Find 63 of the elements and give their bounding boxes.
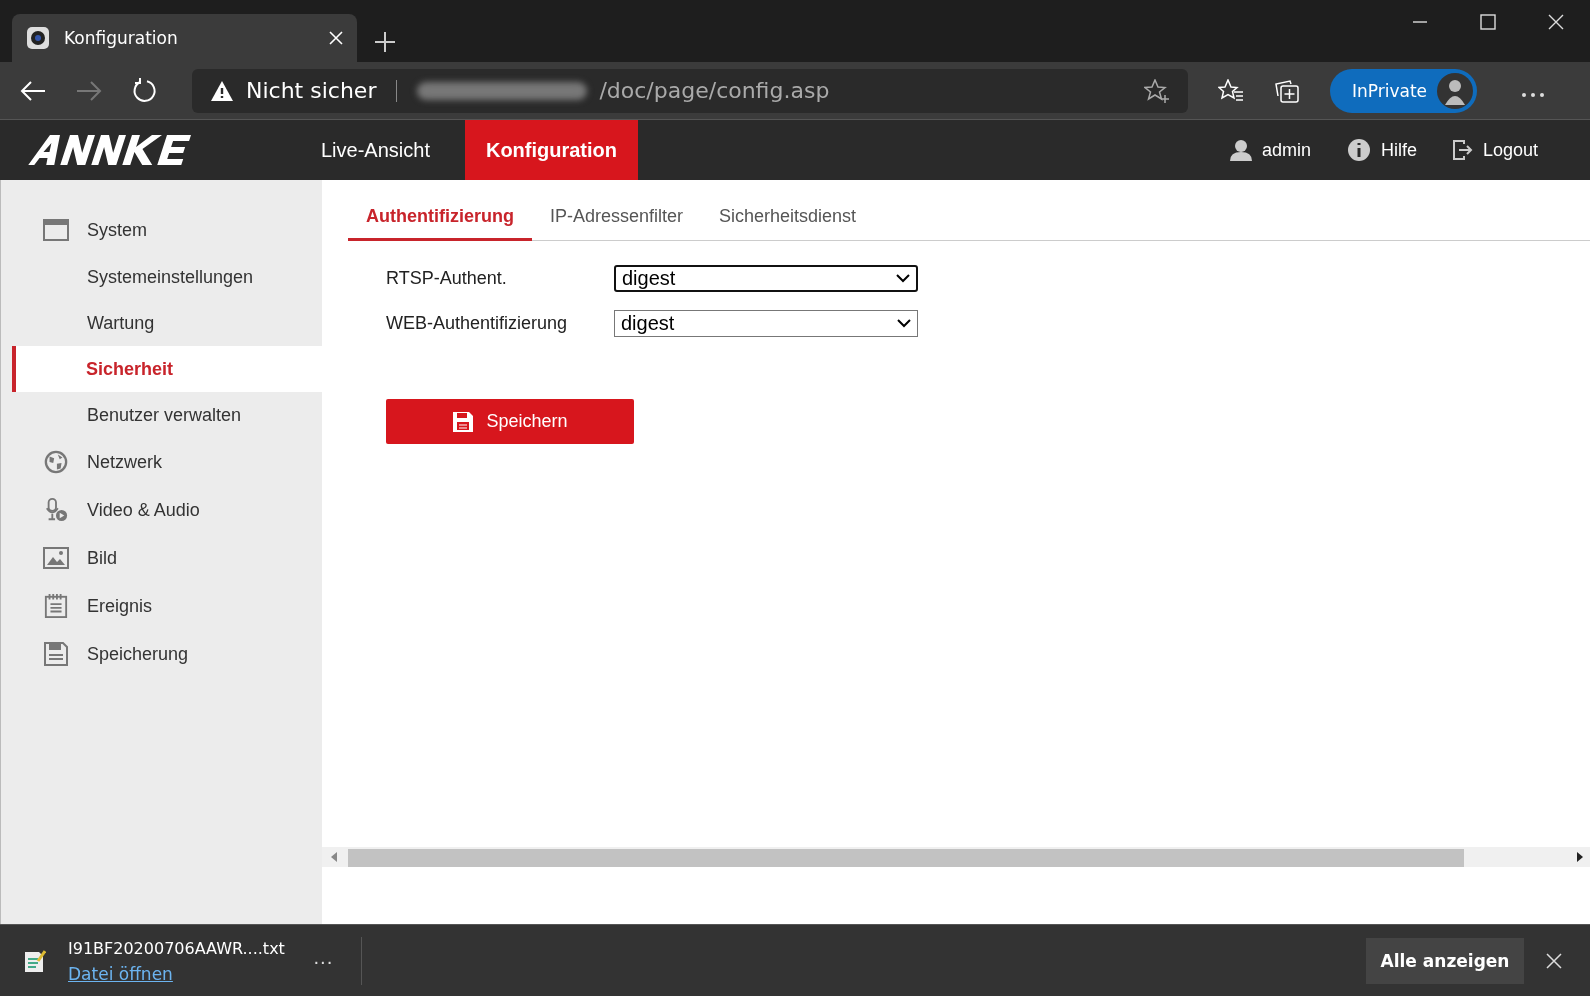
star-plus-icon[interactable]	[1144, 78, 1170, 103]
image-icon	[43, 546, 69, 570]
close-icon	[1546, 953, 1562, 969]
scroll-right-icon[interactable]	[1576, 852, 1584, 862]
plus-icon	[374, 31, 396, 53]
favorites-icon[interactable]	[1218, 78, 1244, 103]
sidebar-item[interactable]: Netzwerk	[1, 438, 322, 486]
chevron-icon	[897, 319, 911, 328]
sidebar-item[interactable]: Speicherung	[1, 630, 322, 678]
reload-button[interactable]	[132, 77, 158, 104]
sidebar-item[interactable]: Ereignis	[1, 582, 322, 630]
warning-icon	[210, 79, 234, 102]
collections-icon[interactable]	[1274, 77, 1300, 104]
back-button[interactable]	[20, 79, 46, 102]
user-link[interactable]: admin	[1229, 139, 1311, 161]
field-label: RTSP-Authent.	[386, 268, 508, 289]
save-button[interactable]: Speichern	[386, 399, 634, 444]
sidebar-item[interactable]: System	[1, 206, 322, 254]
nav-tab[interactable]: Live-Ansicht	[300, 120, 451, 180]
sidebar-item[interactable]: Benutzer verwalten	[1, 392, 322, 438]
url-text: /doc/page/config.asp	[599, 78, 830, 103]
logout-icon	[1452, 140, 1473, 160]
horizontal-scrollbar[interactable]	[322, 847, 1590, 867]
address-field[interactable]: Nicht sicher /doc/page/config.asp	[192, 68, 1188, 113]
info-icon	[1346, 138, 1371, 162]
show-all-button[interactable]: Alle anzeigen	[1366, 938, 1524, 984]
camera-icon	[26, 26, 50, 50]
scroll-left-icon[interactable]	[330, 852, 338, 862]
more-icon	[1521, 91, 1546, 98]
window-icon	[43, 218, 69, 242]
tab[interactable]: Authentifizierung	[348, 194, 532, 241]
forward-button[interactable]	[76, 79, 102, 102]
user-icon	[1229, 139, 1252, 161]
inprivate-button[interactable]: InPrivate	[1330, 68, 1478, 113]
tab[interactable]: IP-Adressenfilter	[532, 194, 702, 241]
security-warning[interactable]: Nicht sicher	[246, 78, 377, 103]
browser-tab[interactable]: Konfiguration	[12, 14, 357, 62]
nav-tab[interactable]: Konfiguration	[464, 120, 639, 180]
open-file-link[interactable]: Datei öffnen	[68, 963, 285, 984]
sidebar-item[interactable]: Sicherheit	[12, 346, 322, 392]
select-field[interactable]: digest	[614, 310, 918, 337]
microphone-icon	[43, 498, 69, 522]
close-button[interactable]	[1546, 953, 1562, 969]
field-label: WEB-Authentifizierung	[386, 313, 569, 334]
sidebar-item[interactable]: Bild	[1, 534, 322, 582]
sidebar-item[interactable]: Video & Audio	[1, 486, 322, 534]
logout-link[interactable]: Logout	[1452, 139, 1538, 161]
select-field[interactable]: digest	[614, 265, 918, 292]
text-file-icon	[24, 949, 46, 973]
maximize-icon[interactable]	[1480, 14, 1496, 30]
sidebar-item[interactable]: Wartung	[1, 300, 322, 346]
forward-arrow-icon	[76, 79, 102, 102]
calendar-icon	[43, 594, 69, 618]
tab[interactable]: Sicherheitsdienst	[701, 194, 875, 241]
close-icon[interactable]	[1548, 14, 1564, 30]
back-arrow-icon	[20, 79, 46, 102]
globe-icon	[43, 450, 69, 474]
chevron-icon	[896, 274, 910, 283]
file-name: I91BF20200706AAWR....txt	[68, 938, 285, 958]
more-button[interactable]: ···	[306, 948, 339, 974]
sidebar-item[interactable]: Systemeinstellungen	[1, 254, 322, 300]
help-link[interactable]: Hilfe	[1346, 138, 1417, 162]
reload-icon	[132, 77, 158, 104]
